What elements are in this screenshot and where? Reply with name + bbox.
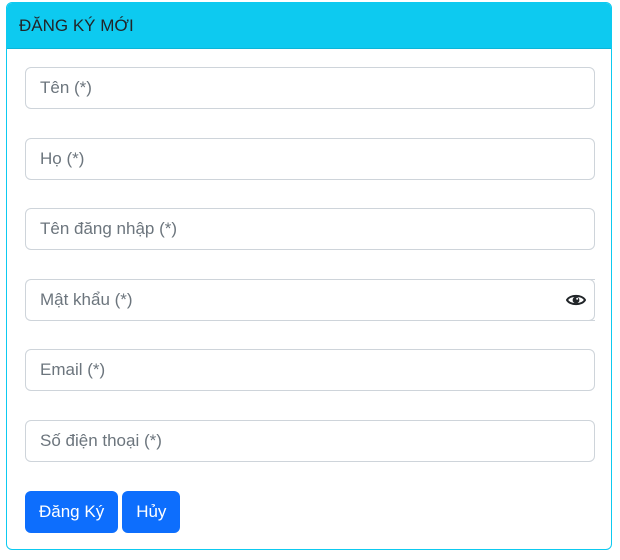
phone-group [25, 419, 595, 462]
card-header: ĐĂNG KÝ MỚI [7, 3, 611, 49]
eye-icon [565, 294, 586, 305]
password-group [25, 278, 595, 321]
register-form [25, 67, 595, 490]
username-input[interactable] [25, 208, 595, 250]
toggle-password-button[interactable] [557, 278, 595, 321]
register-card: ĐĂNG KÝ MỚI Đăn [6, 2, 612, 550]
cancel-button[interactable]: Hủy [122, 491, 181, 533]
last-name-input[interactable] [25, 137, 595, 180]
first-name-group [25, 67, 595, 109]
last-name-group [25, 137, 595, 180]
form-actions: Đăng Ký Hủy [25, 491, 181, 533]
register-button[interactable]: Đăng Ký [25, 491, 119, 533]
page-title: ĐĂNG KÝ MỚI [19, 15, 134, 35]
phone-input[interactable] [25, 419, 595, 462]
first-name-input[interactable] [25, 67, 595, 109]
username-group [25, 208, 595, 250]
password-input[interactable] [25, 278, 595, 321]
email-group [25, 349, 595, 391]
email-input[interactable] [25, 349, 595, 391]
